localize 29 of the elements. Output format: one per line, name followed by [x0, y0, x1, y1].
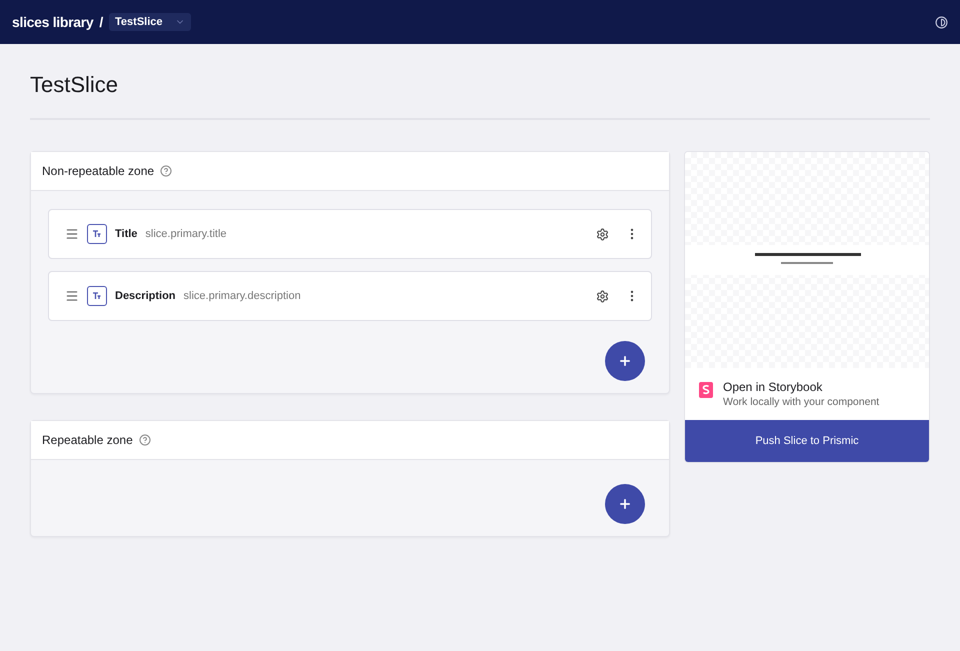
field-label: Title [115, 228, 138, 240]
page-title: TestSlice [30, 44, 930, 120]
zone-title: Non-repeatable zone [42, 164, 154, 178]
text-type-icon [87, 224, 107, 244]
help-icon[interactable] [160, 165, 172, 177]
plus-icon [618, 354, 632, 368]
field-row[interactable]: Description slice.primary.description [48, 271, 652, 321]
storybook-subtitle: Work locally with your component [723, 396, 880, 408]
field-path: slice.primary.description [184, 290, 301, 302]
text-type-icon [87, 286, 107, 306]
field-label: Description [115, 290, 176, 302]
plus-icon [618, 497, 632, 511]
add-field-button[interactable] [605, 341, 645, 381]
storybook-link[interactable]: Open in Storybook [723, 380, 880, 394]
drag-handle-icon[interactable] [65, 289, 79, 303]
settings-icon[interactable] [596, 290, 609, 302]
field-path: slice.primary.title [145, 228, 227, 240]
slice-select[interactable]: TestSlice [109, 13, 191, 31]
zone-title: Repeatable zone [42, 433, 133, 447]
theme-toggle-icon[interactable] [935, 16, 948, 28]
storybook-logo-icon[interactable] [699, 382, 713, 398]
drag-handle-icon[interactable] [65, 227, 79, 241]
breadcrumb-separator: / [99, 14, 104, 30]
field-row[interactable]: Title slice.primary.title [48, 209, 652, 259]
settings-icon[interactable] [596, 228, 609, 240]
push-button[interactable]: Push Slice to Prismic [685, 420, 929, 462]
breadcrumb-link[interactable]: slices library [12, 14, 94, 30]
add-field-button[interactable] [605, 484, 645, 524]
help-icon[interactable] [138, 434, 151, 446]
